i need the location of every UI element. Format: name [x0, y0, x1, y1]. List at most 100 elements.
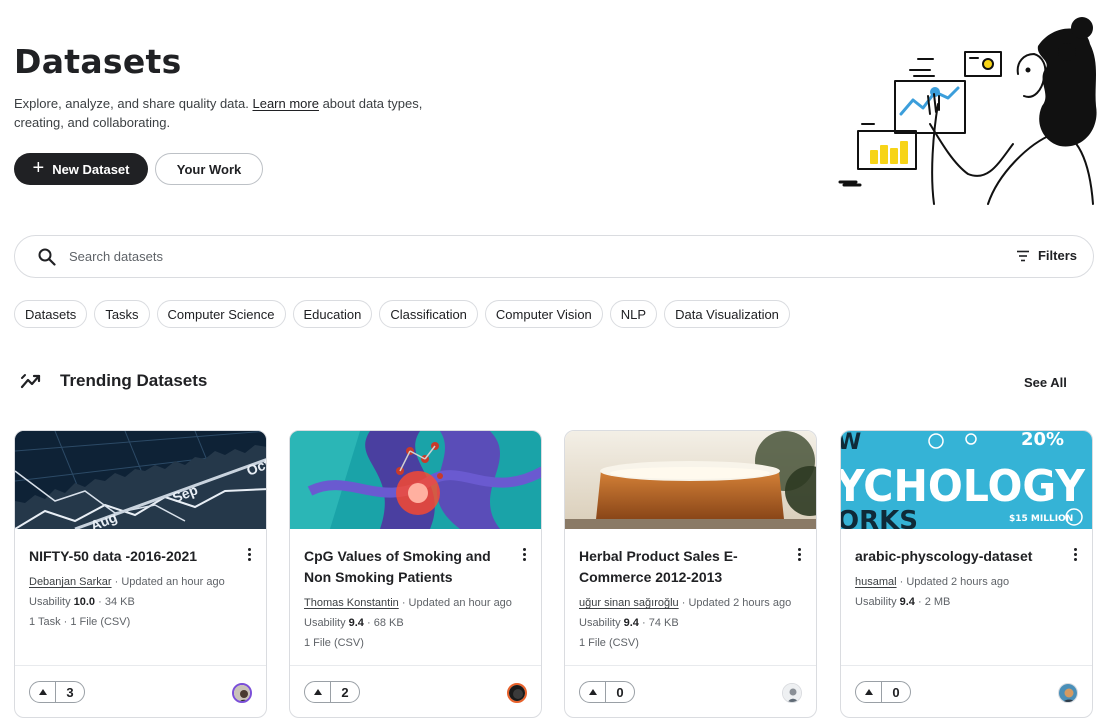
page-subtitle: Explore, analyze, and share quality data… [14, 94, 454, 132]
vote-count: 0 [892, 684, 900, 700]
dataset-owner-line: husamal · Updated 2 hours ago [855, 575, 1009, 589]
dataset-card[interactable]: Sep Aug Oct NIFTY-50 data -2016-2021 Deb… [14, 430, 267, 718]
new-dataset-button[interactable]: + New Dataset [14, 153, 148, 185]
upvote-button[interactable]: 3 [29, 681, 85, 703]
psychology-poster-image: W 20% YCHOLOGY ORKS $15 MILLION [841, 431, 1092, 529]
more-options-icon[interactable] [244, 545, 254, 563]
usability-score: 9.4 [899, 596, 915, 608]
dataset-owner-line: uğur sinan sağıroğlu · Updated 2 hours a… [579, 596, 791, 610]
more-options-icon[interactable] [1070, 545, 1080, 563]
herbal-tea-image [565, 431, 816, 529]
updated-text: · Updated 2 hours ago [678, 597, 792, 609]
dataset-owner-line: Debanjan Sarkar · Updated an hour ago [29, 575, 225, 589]
chip-classification[interactable]: Classification [379, 300, 478, 328]
dataset-title[interactable]: CpG Values of Smoking and Non Smoking Pa… [304, 546, 504, 588]
dataset-title[interactable]: arabic-physcology-dataset [855, 546, 1065, 567]
dataset-size: · 74 KB [638, 617, 679, 629]
owner-link[interactable]: Debanjan Sarkar [29, 576, 112, 588]
filters-label: Filters [1037, 248, 1077, 263]
vote-count: 3 [66, 684, 74, 700]
upvote-arrow-icon [305, 682, 331, 702]
filters-button[interactable]: Filters [1016, 248, 1077, 263]
avatar[interactable] [232, 683, 252, 703]
owner-link[interactable]: uğur sinan sağıroğlu [579, 597, 679, 609]
more-options-icon[interactable] [794, 545, 804, 563]
dataset-thumbnail [290, 431, 541, 529]
avatar[interactable] [782, 683, 802, 703]
plus-icon: + [32, 157, 45, 179]
poster-text-money: $15 MILLION [1009, 514, 1073, 524]
molecule-image [290, 431, 541, 529]
trending-header: Trending Datasets [20, 371, 207, 391]
chip-education[interactable]: Education [292, 300, 373, 328]
dataset-card[interactable]: W 20% YCHOLOGY ORKS $15 MILLION arabic-p… [840, 430, 1093, 718]
updated-text: · Updated an hour ago [111, 576, 225, 588]
owner-link[interactable]: husamal [855, 576, 897, 588]
avatar[interactable] [507, 683, 527, 703]
updated-text: · Updated an hour ago [398, 597, 512, 609]
vote-count: 2 [341, 684, 349, 700]
dataset-usability-line: Usability 10.0 · 34 KB [29, 595, 135, 609]
hero-illustration [838, 17, 1097, 205]
search-input[interactable] [69, 249, 949, 264]
your-work-button[interactable]: Your Work [155, 153, 263, 185]
dataset-card[interactable]: CpG Values of Smoking and Non Smoking Pa… [289, 430, 542, 718]
dataset-size: · 68 KB [363, 617, 404, 629]
upvote-arrow-icon [856, 682, 882, 702]
card-divider [841, 665, 1092, 666]
updated-text: · Updated 2 hours ago [896, 576, 1010, 588]
chip-datasets[interactable]: Datasets [14, 300, 88, 328]
dataset-size: · 34 KB [95, 596, 135, 608]
see-all-link[interactable]: See All [1024, 375, 1067, 390]
dataset-owner-line: Thomas Konstantin · Updated an hour ago [304, 596, 512, 610]
dataset-title[interactable]: Herbal Product Sales E-Commerce 2012-201… [579, 546, 779, 588]
chip-tasks[interactable]: Tasks [94, 300, 150, 328]
learn-more-link[interactable]: Learn more [252, 96, 318, 111]
dataset-thumbnail: W 20% YCHOLOGY ORKS $15 MILLION [841, 431, 1092, 529]
dataset-card[interactable]: Herbal Product Sales E-Commerce 2012-201… [564, 430, 817, 718]
new-dataset-label: New Dataset [52, 161, 130, 177]
page-title: Datasets [14, 42, 182, 81]
usability-score: 9.4 [623, 617, 639, 629]
dataset-files: 1 File (CSV) [304, 637, 364, 649]
upvote-button[interactable]: 0 [855, 681, 911, 703]
poster-text-top: W [841, 431, 861, 455]
stock-chart-image: Sep Aug Oct [15, 431, 266, 529]
usability-label: Usability [579, 617, 624, 629]
dataset-thumbnail [565, 431, 816, 529]
avatar[interactable] [1058, 683, 1078, 703]
dataset-usability-line: Usability 9.4 · 2 MB [855, 595, 950, 609]
usability-label: Usability [855, 596, 900, 608]
category-chips: Datasets Tasks Computer Science Educatio… [14, 300, 790, 328]
chip-nlp[interactable]: NLP [609, 300, 658, 328]
dataset-files: 1 Task · 1 File (CSV) [29, 616, 131, 628]
usability-label: Usability [29, 596, 74, 608]
poster-text-pct: 20% [1021, 431, 1064, 450]
subtitle-text: Explore, analyze, and share quality data… [14, 96, 253, 111]
usability-score: 9.4 [348, 617, 364, 629]
usability-score: 10.0 [73, 596, 96, 608]
owner-link[interactable]: Thomas Konstantin [304, 597, 399, 609]
dataset-size: · 2 MB [914, 596, 951, 608]
upvote-arrow-icon [580, 682, 606, 702]
dataset-usability-line: Usability 9.4 · 68 KB [304, 616, 404, 630]
poster-text-main: YCHOLOGY [841, 461, 1086, 512]
upvote-arrow-icon [30, 682, 56, 702]
dataset-thumbnail: Sep Aug Oct [15, 431, 266, 529]
chip-data-visualization[interactable]: Data Visualization [664, 300, 790, 328]
filter-icon [1016, 250, 1029, 261]
more-options-icon[interactable] [519, 545, 529, 563]
dataset-files: 1 File (CSV) [579, 637, 639, 649]
dataset-usability-line: Usability 9.4 · 74 KB [579, 616, 679, 630]
usability-label: Usability [304, 617, 349, 629]
search-bar[interactable]: Filters [14, 235, 1094, 278]
dataset-title[interactable]: NIFTY-50 data -2016-2021 [29, 546, 229, 567]
poster-text-works: ORKS [841, 506, 918, 529]
chip-computer-science[interactable]: Computer Science [156, 300, 286, 328]
vote-count: 0 [616, 684, 624, 700]
upvote-button[interactable]: 0 [579, 681, 635, 703]
upvote-button[interactable]: 2 [304, 681, 360, 703]
card-divider [290, 665, 541, 666]
search-icon [37, 247, 57, 267]
chip-computer-vision[interactable]: Computer Vision [484, 300, 603, 328]
